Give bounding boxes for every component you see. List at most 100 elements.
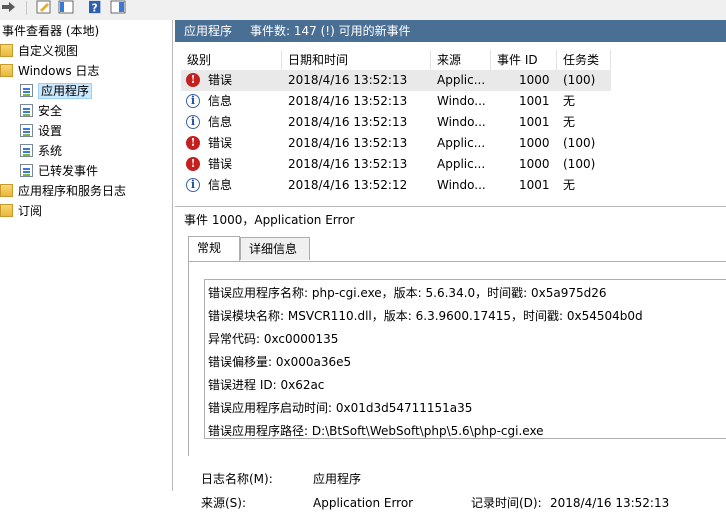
tree-item-windows-logs[interactable]: Windows 日志 xyxy=(0,62,99,81)
cell-level: 错误 xyxy=(208,157,233,171)
log-icon xyxy=(20,164,33,177)
cell-source: Applic... xyxy=(437,73,486,87)
toolbar-separator xyxy=(26,1,27,15)
cell-source: Windo... xyxy=(437,115,486,129)
cell-datetime: 2018/4/16 13:52:13 xyxy=(288,136,408,150)
info-icon: i xyxy=(186,94,200,108)
cell-level: 错误 xyxy=(208,73,233,87)
cell-category: 无 xyxy=(563,94,576,108)
tree-label: 已转发事件 xyxy=(38,164,99,178)
toolbar: ? xyxy=(0,0,726,20)
log-icon xyxy=(20,124,33,137)
info-icon: i xyxy=(186,115,200,129)
log-name-label: 日志名称(M): xyxy=(201,472,273,486)
logged-label: 记录时间(D): xyxy=(471,496,542,510)
folder-icon xyxy=(0,44,13,57)
tab-general[interactable]: 常规 xyxy=(188,236,240,261)
tree-label: 订阅 xyxy=(18,204,43,218)
cell-category: (100) xyxy=(563,157,596,171)
folder-icon xyxy=(0,64,13,77)
tree-item-forwarded-events[interactable]: 已转发事件 xyxy=(20,162,98,181)
navigation-tree: 事件查看器 (本地) 自定义视图 Windows 日志 应用程序 安全 设置 系… xyxy=(0,20,173,491)
edit-icon[interactable] xyxy=(36,0,52,14)
cell-datetime: 2018/4/16 13:52:13 xyxy=(288,115,408,129)
cell-level: 信息 xyxy=(208,94,233,108)
cell-level: 信息 xyxy=(208,115,233,129)
cell-source: Windo... xyxy=(437,178,486,192)
tab-details[interactable]: 详细信息 xyxy=(240,237,310,260)
general-tab-panel: 错误应用程序名称: php-cgi.exe，版本: 5.6.34.0，时间戳: … xyxy=(188,261,726,456)
cell-category: 无 xyxy=(563,115,576,129)
log-icon xyxy=(20,144,33,157)
cell-datetime: 2018/4/16 13:52:13 xyxy=(288,94,408,108)
properties-icon[interactable] xyxy=(110,0,126,14)
column-header-event-id[interactable]: 事件 ID xyxy=(491,50,557,70)
description-line: 错误应用程序路径: D:\BtSoft\WebSoft\php\5.6\php-… xyxy=(208,424,544,438)
events-grid: 级别 日期和时间 来源 事件 ID 任务类别 ! 错误 2018/4/16 13:5… xyxy=(175,50,726,221)
tree-item-custom-views[interactable]: 自定义视图 xyxy=(0,42,78,61)
description-line: 错误应用程序名称: php-cgi.exe，版本: 5.6.34.0，时间戳: … xyxy=(208,286,607,300)
cell-id: 1000 xyxy=(519,73,550,87)
cell-id: 1000 xyxy=(519,157,550,171)
source-label: 来源(S): xyxy=(201,496,247,510)
error-icon: ! xyxy=(186,73,200,87)
table-row[interactable]: i 信息 2018/4/16 13:52:12 Windo... 1001 无 xyxy=(181,175,611,196)
table-row[interactable]: ! 错误 2018/4/16 13:52:13 Applic... 1000 (100) xyxy=(181,133,611,154)
tree-item-setup[interactable]: 设置 xyxy=(20,122,62,141)
tree-item-subscriptions[interactable]: 订阅 xyxy=(0,202,42,221)
view-icon[interactable] xyxy=(58,0,74,14)
error-icon: ! xyxy=(186,136,200,150)
cell-id: 1001 xyxy=(519,94,550,108)
table-row[interactable]: ! 错误 2018/4/16 13:52:13 Applic... 1000 (100) xyxy=(181,70,611,91)
detail-title: 事件 1000，Application Error xyxy=(184,213,355,227)
tree-item-root[interactable]: 事件查看器 (本地) xyxy=(2,22,99,41)
cell-source: Applic... xyxy=(437,136,486,150)
cell-datetime: 2018/4/16 13:52:13 xyxy=(288,157,408,171)
cell-id: 1000 xyxy=(519,136,550,150)
tree-item-apps-services[interactable]: 应用程序和服务日志 xyxy=(0,182,126,201)
description-line: 错误模块名称: MSVCR110.dll，版本: 6.3.9600.17415，… xyxy=(208,309,643,323)
column-header-source[interactable]: 来源 xyxy=(431,50,491,70)
table-row[interactable]: i 信息 2018/4/16 13:52:13 Windo... 1001 无 xyxy=(181,91,611,112)
tree-label: Windows 日志 xyxy=(18,64,100,78)
tree-item-security[interactable]: 安全 xyxy=(20,102,62,121)
tree-root-label: 事件查看器 (本地) xyxy=(2,24,100,38)
forward-arrow-icon[interactable] xyxy=(2,2,16,12)
tree-label: 系统 xyxy=(38,144,63,158)
tree-label: 安全 xyxy=(38,104,63,118)
tree-label: 自定义视图 xyxy=(18,44,79,58)
tree-label: 应用程序和服务日志 xyxy=(18,184,127,198)
tree-item-application[interactable]: 应用程序 xyxy=(20,82,93,101)
log-icon xyxy=(20,104,33,117)
description-line: 异常代码: 0xc0000135 xyxy=(208,332,339,346)
error-icon: ! xyxy=(186,157,200,171)
log-title-bar: 应用程序 事件数: 147 (!) 可用的新事件 xyxy=(175,20,726,42)
description-line: 错误偏移量: 0x000a36e5 xyxy=(208,355,352,369)
main-pane: 应用程序 事件数: 147 (!) 可用的新事件 级别 日期和时间 来源 事件 I… xyxy=(175,20,726,510)
column-header-datetime[interactable]: 日期和时间 xyxy=(282,50,431,70)
help-icon[interactable]: ? xyxy=(89,0,103,14)
cell-datetime: 2018/4/16 13:52:12 xyxy=(288,178,408,192)
cell-source: Windo... xyxy=(437,94,486,108)
column-header-level[interactable]: 级别 xyxy=(181,50,282,70)
event-count: 事件数: 147 (!) 可用的新事件 xyxy=(250,24,411,38)
cell-id: 1001 xyxy=(519,178,550,192)
description-line: 错误应用程序启动时间: 0x01d3d54711151a35 xyxy=(208,401,473,415)
event-detail-pane: 事件 1000，Application Error 常规 详细信息 错误应用程序… xyxy=(175,206,726,510)
column-header-task-category[interactable]: 任务类别 xyxy=(557,50,611,87)
cell-category: (100) xyxy=(563,136,596,150)
folder-icon xyxy=(0,204,13,217)
event-description[interactable]: 错误应用程序名称: php-cgi.exe，版本: 5.6.34.0，时间戳: … xyxy=(204,279,726,439)
source-value: Application Error xyxy=(313,496,414,510)
grid-header: 级别 日期和时间 来源 事件 ID 任务类别 xyxy=(181,50,611,87)
tree-item-system[interactable]: 系统 xyxy=(20,142,62,161)
cell-source: Applic... xyxy=(437,157,486,171)
tree-label: 设置 xyxy=(38,124,63,138)
info-icon: i xyxy=(186,178,200,192)
table-row[interactable]: ! 错误 2018/4/16 13:52:13 Applic... 1000 (100) xyxy=(181,154,611,175)
table-row[interactable]: i 信息 2018/4/16 13:52:13 Windo... 1001 无 xyxy=(181,112,611,133)
log-icon xyxy=(20,84,33,97)
cell-level: 错误 xyxy=(208,136,233,150)
cell-level: 信息 xyxy=(208,178,233,192)
log-name-value: 应用程序 xyxy=(313,472,362,486)
